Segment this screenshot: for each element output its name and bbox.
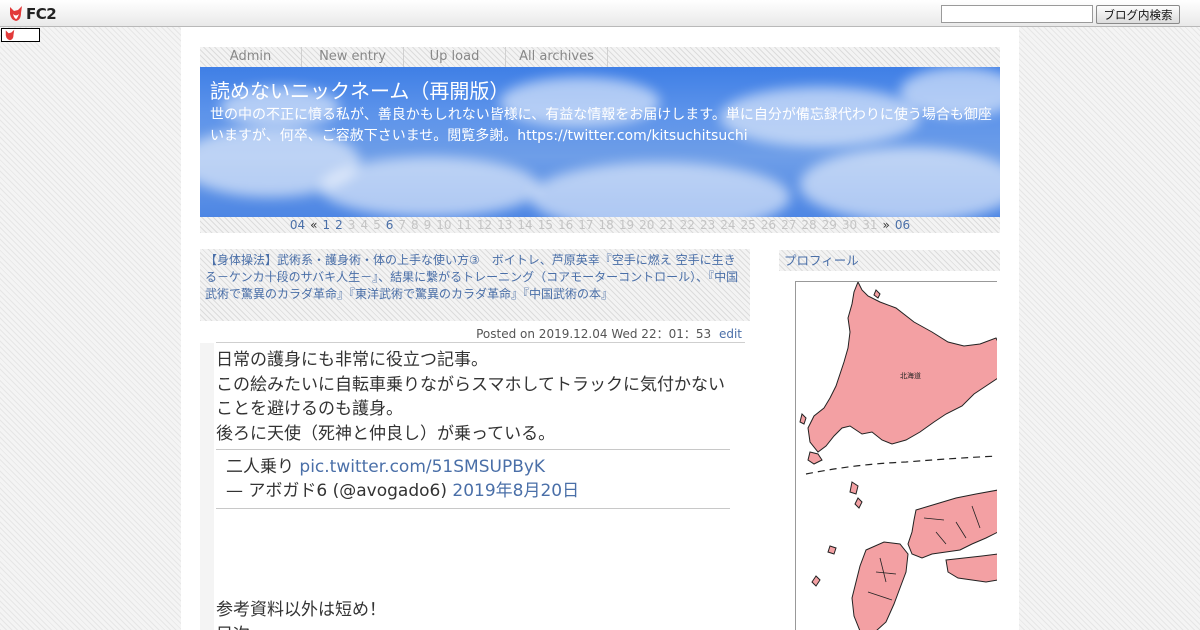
blog-description: 世の中の不正に憤る私が、善良かもしれない皆様に、有益な情報をお届けします。単に自… — [210, 107, 992, 144]
entry-body-continued: 参考資料以外は短め！ 目次 — [216, 598, 741, 630]
entry-left-border — [200, 343, 214, 630]
calendar-prev-month-link[interactable]: 04 — [290, 218, 305, 232]
calendar-day: 27 — [781, 218, 797, 232]
calendar-day: 12 — [476, 218, 493, 232]
calendar-day: 4 — [360, 218, 369, 232]
entry-edit-link[interactable]: edit — [719, 327, 742, 341]
entry-divider — [216, 342, 745, 343]
calendar-day: 14 — [517, 218, 533, 232]
fc2-mini-badge[interactable] — [1, 28, 40, 42]
tweet-author-line: — アボガド6 (@avogado6) 2019年8月20日 — [226, 479, 720, 503]
blog-search-button[interactable]: ブログ内検索 — [1096, 5, 1180, 24]
entry-body: 日常の護身にも非常に役立つ記事。 この絵みたいに自転車乗りながらスマホしてトラッ… — [216, 348, 741, 446]
calendar-day: 31 — [862, 218, 878, 232]
calendar-day[interactable]: 2 — [335, 218, 343, 232]
calendar-day: 22 — [679, 218, 695, 232]
entry-line: 目次 — [216, 623, 741, 630]
calendar-prev-arrow: « — [310, 218, 318, 232]
calendar-day: 16 — [557, 218, 574, 232]
nav-all-archives[interactable]: All archives — [506, 47, 608, 67]
tweet-text-line: 二人乗り pic.twitter.com/51SMSUPByK — [226, 455, 720, 479]
calendar-day: 5 — [373, 218, 381, 232]
blog-header: 読めないニックネーム（再開版） 世の中の不正に憤る私が、善良かもしれない皆様に、… — [200, 67, 1000, 217]
sidebar-profile-title: プロフィール — [779, 250, 1000, 271]
top-nav: Admin New entry Up load All archives — [200, 47, 1000, 67]
tweet-pic-link[interactable]: pic.twitter.com/51SMSUPByK — [299, 457, 545, 477]
calendar-day: 3 — [347, 218, 356, 232]
calendar-day: 21 — [659, 218, 675, 232]
calendar-day: 10 — [436, 218, 452, 232]
entry-line: この絵みたいに自転車乗りながらスマホしてトラックに気付かないことを避けるのも護身… — [216, 374, 725, 420]
entry-title[interactable]: 【身体操法】武術系・護身術・体の上手な使い方③ ボイトレ、芦原英幸『空手に燃え … — [200, 249, 750, 321]
blog-page: Admin New entry Up load All archives 読めな… — [181, 27, 1019, 630]
calendar-next-arrow: » — [882, 218, 890, 232]
svg-text:北海道: 北海道 — [900, 371, 921, 380]
calendar-day: 17 — [578, 218, 594, 232]
nav-new-entry[interactable]: New entry — [302, 47, 404, 67]
blog-search-input[interactable] — [941, 5, 1093, 23]
calendar-day: 26 — [760, 218, 777, 232]
fc2-toolbar: FC2 ブログ内検索 — [0, 0, 1200, 27]
tweet-date-link[interactable]: 2019年8月20日 — [452, 481, 579, 501]
calendar-day: 24 — [720, 218, 736, 232]
calendar-day: 8 — [411, 218, 419, 232]
entry-line: 日常の護身にも非常に役立つ記事。 — [216, 350, 488, 370]
fc2-fox-small-icon — [5, 29, 15, 41]
profile-image-japan-map[interactable]: 北海道 — [795, 281, 997, 630]
nav-upload[interactable]: Up load — [404, 47, 506, 67]
calendar-day[interactable]: 1 — [323, 218, 331, 232]
calendar-day: 25 — [740, 218, 756, 232]
entry-line: 後ろに天使（死神と仲良し）が乗っている。 — [216, 423, 556, 444]
calendar-day: 30 — [841, 218, 858, 232]
calendar-day: 9 — [423, 218, 432, 232]
tweet-author: — アボガド6 (@avogado6) — [226, 481, 447, 501]
tweet-text: 二人乗り — [226, 457, 294, 477]
nav-admin[interactable]: Admin — [200, 47, 302, 67]
calendar-day: 23 — [699, 218, 716, 232]
calendar-day: 18 — [598, 218, 614, 232]
japan-map-graphic: 北海道 — [799, 282, 997, 630]
fc2-logo-text: FC2 — [26, 4, 57, 23]
calendar-day: 20 — [639, 218, 655, 232]
entry-posted-date: Posted on 2019.12.04 Wed 22：01：53 — [476, 327, 712, 341]
calendar-next-month-link[interactable]: 06 — [895, 218, 910, 232]
calendar-day: 19 — [618, 218, 635, 232]
fc2-logo[interactable]: FC2 — [8, 4, 57, 23]
calendar-day: 28 — [801, 218, 817, 232]
embedded-tweet: 二人乗り pic.twitter.com/51SMSUPByK — アボガド6 … — [216, 449, 730, 509]
entry-meta: Posted on 2019.12.04 Wed 22：01：53 edit — [200, 325, 742, 342]
calendar-day[interactable]: 6 — [386, 218, 394, 232]
calendar-day: 13 — [497, 218, 513, 232]
calendar-day: 15 — [537, 218, 553, 232]
calendar-day: 29 — [821, 218, 837, 232]
blog-title[interactable]: 読めないニックネーム（再開版） — [210, 75, 509, 104]
entry-line: 参考資料以外は短め！ — [216, 600, 386, 620]
calendar-day: 11 — [456, 218, 472, 232]
archive-calendar: 04 «1 2 3 4 5 6 7 8 9 10 11 12 13 14 15 16 17 18 19 20 21 22 23… — [200, 217, 1000, 233]
fc2-fox-icon — [10, 6, 22, 21]
calendar-day: 7 — [398, 218, 406, 232]
